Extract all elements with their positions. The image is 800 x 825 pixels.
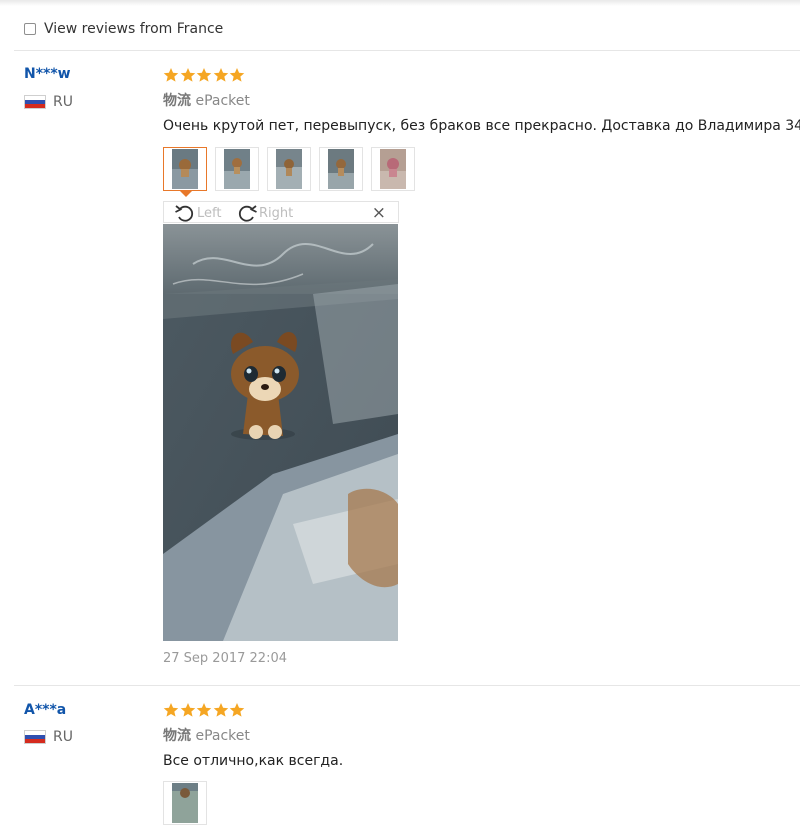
logistics-info: 物流 ePacket [163,725,250,745]
logistics-method: ePacket [195,93,250,109]
top-shadow [0,0,800,6]
reviewer-name: N***w [24,66,71,82]
reviewer-country: RU [24,94,73,110]
photo-thumbnail[interactable] [371,147,415,191]
russia-flag-icon [24,95,46,109]
photo-thumbnail[interactable] [215,147,259,191]
rotate-right-icon [238,205,257,222]
review-photo[interactable] [163,224,398,641]
rotate-left-icon [175,205,194,222]
photo-thumbnail[interactable] [163,147,207,191]
country-filter[interactable]: View reviews from France [24,18,223,40]
logistics-cn-label: 物流 [163,728,191,744]
star-icon [196,702,212,718]
rotate-right-button[interactable]: Right [236,203,293,223]
country-code: RU [53,94,73,110]
viewer-toolbar: Left Right × [163,201,399,223]
logistics-cn-label: 物流 [163,93,191,109]
star-icon [229,702,245,718]
star-rating [163,702,246,718]
close-icon[interactable]: × [372,203,386,223]
photo-thumbnail[interactable] [163,781,207,825]
star-rating [163,67,246,83]
divider [14,685,800,686]
filter-checkbox[interactable] [24,23,36,35]
star-icon [213,67,229,83]
divider [14,50,800,51]
star-icon [163,67,179,83]
photo-thumbnails [163,147,423,191]
rotate-right-label: Right [259,205,294,221]
reviewer-name: A***a [24,702,67,718]
thumbnail-pointer [180,191,192,197]
review-text: Все отлично,как всегда. [163,753,344,769]
filter-label: View reviews from France [44,21,224,37]
star-icon [229,67,245,83]
star-icon [163,702,179,718]
photo-thumbnails [163,781,215,825]
photo-thumbnail[interactable] [319,147,363,191]
logistics-method: ePacket [195,728,250,744]
reviewer-country: RU [24,729,73,745]
rotate-left-label: Left [197,205,222,221]
photo-thumbnail[interactable] [267,147,311,191]
star-icon [196,67,212,83]
russia-flag-icon [24,730,46,744]
review-text: Очень крутой пет, перевыпуск, без браков… [163,118,800,134]
review-date: 27 Sep 2017 22:04 [163,651,287,666]
photo-viewer: Left Right × [163,201,399,641]
country-code: RU [53,729,73,745]
star-icon [180,702,196,718]
logistics-info: 物流 ePacket [163,90,250,110]
rotate-left-button[interactable]: Left [174,203,221,223]
star-icon [180,67,196,83]
star-icon [213,702,229,718]
